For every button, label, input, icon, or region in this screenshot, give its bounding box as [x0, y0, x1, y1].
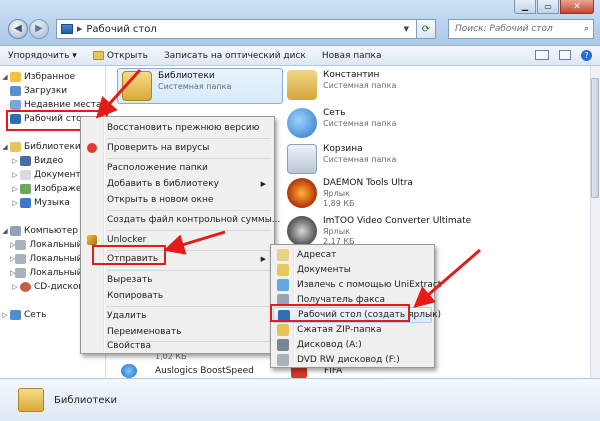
annotation-arrows	[95, 68, 481, 308]
arrow-to-send-to	[163, 230, 226, 255]
arrow-to-desktop-shortcut	[413, 248, 481, 308]
arrow-to-desktop	[95, 68, 142, 119]
